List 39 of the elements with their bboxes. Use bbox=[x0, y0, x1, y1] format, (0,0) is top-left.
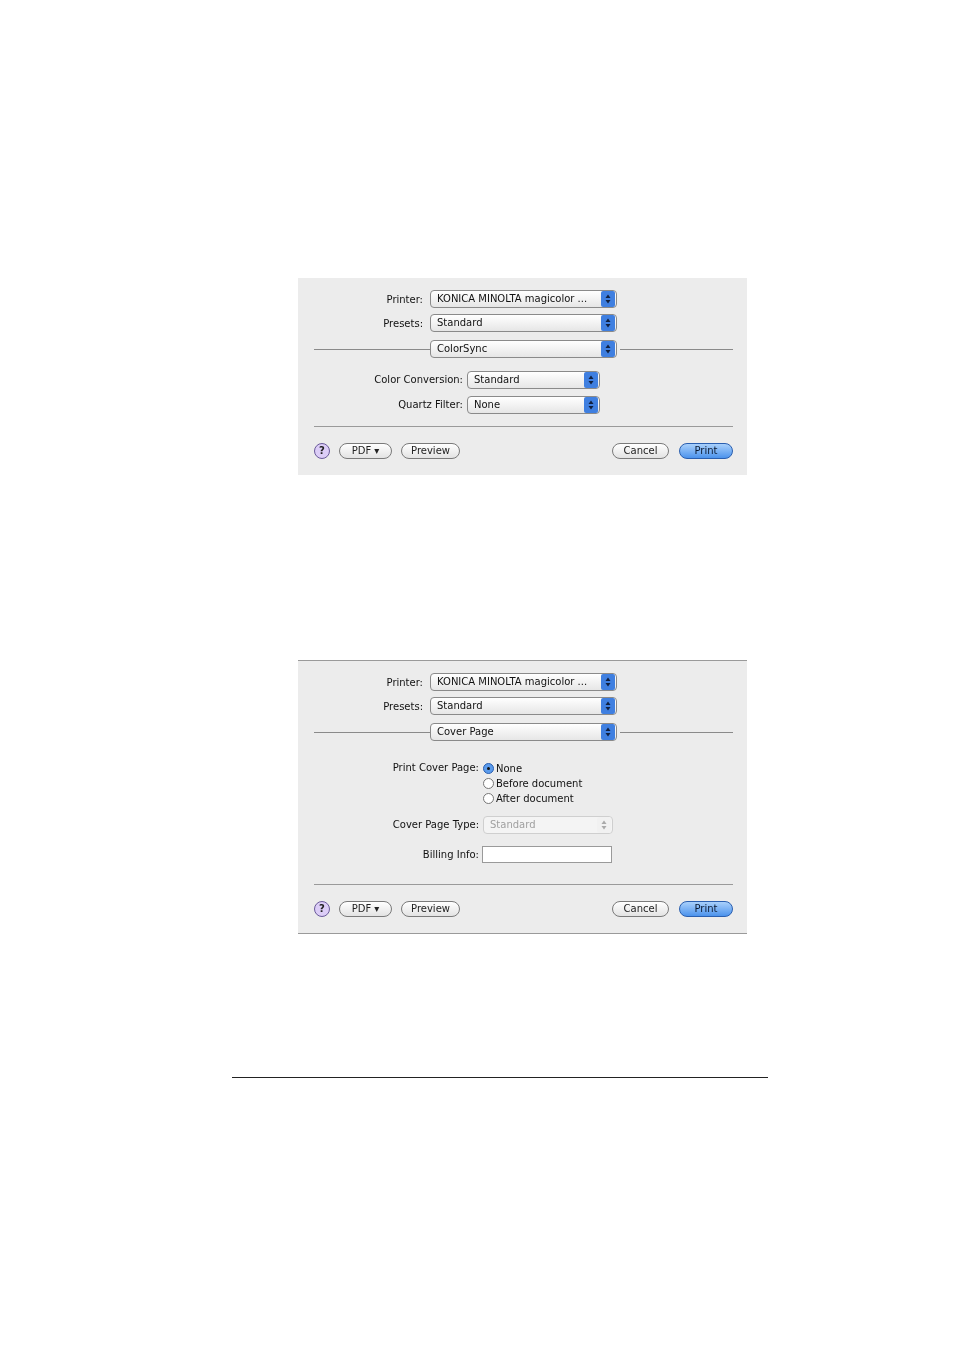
popup-menu[interactable]: Standard bbox=[430, 697, 617, 715]
stepper-arrows-icon bbox=[601, 724, 615, 740]
radio-option[interactable]: Before document bbox=[483, 774, 583, 789]
field-label: Quartz Filter: bbox=[397, 398, 463, 412]
cancel-button[interactable]: Cancel bbox=[612, 901, 669, 917]
preview-button[interactable]: Preview bbox=[401, 443, 460, 459]
popup-menu[interactable]: ColorSync bbox=[430, 340, 617, 358]
popup-menu[interactable]: None bbox=[467, 396, 600, 414]
preview-button[interactable]: Preview bbox=[401, 901, 460, 917]
field-label: Printer: bbox=[385, 292, 423, 307]
field-label: Billing Info: bbox=[421, 848, 479, 862]
pdf-menu-button[interactable]: PDF ▾ bbox=[339, 443, 392, 459]
field-label: Print Cover Page: bbox=[391, 761, 479, 775]
radio-option[interactable]: None bbox=[483, 759, 583, 774]
radio-option[interactable]: After document bbox=[483, 789, 583, 804]
help-button[interactable]: ? bbox=[314, 443, 330, 459]
field-label: Presets: bbox=[382, 316, 423, 331]
field-label: Color Conversion: bbox=[373, 373, 463, 387]
stepper-arrows-icon bbox=[601, 291, 615, 307]
stepper-arrows-icon bbox=[601, 674, 615, 690]
stepper-arrows-icon bbox=[584, 372, 598, 388]
field-label: Cover Page Type: bbox=[391, 818, 479, 832]
popup-menu[interactable]: KONICA MINOLTA magicolor ... bbox=[430, 290, 617, 308]
stepper-arrows-icon bbox=[601, 698, 615, 714]
help-button[interactable]: ? bbox=[314, 901, 330, 917]
field-label: Presets: bbox=[382, 699, 423, 714]
popup-menu[interactable]: Cover Page bbox=[430, 723, 617, 741]
print-button[interactable]: Print bbox=[679, 901, 733, 917]
popup-menu[interactable]: Standard bbox=[467, 371, 600, 389]
print-button[interactable]: Print bbox=[679, 443, 733, 459]
stepper-arrows-icon bbox=[601, 341, 615, 357]
popup-menu[interactable]: KONICA MINOLTA magicolor ... bbox=[430, 673, 617, 691]
field-label: Printer: bbox=[385, 675, 423, 690]
popup-menu[interactable]: Standard bbox=[430, 314, 617, 332]
input-field[interactable] bbox=[482, 846, 612, 863]
pdf-menu-button[interactable]: PDF ▾ bbox=[339, 901, 392, 917]
stepper-arrows-icon bbox=[584, 397, 598, 413]
stepper-arrows-icon bbox=[601, 315, 615, 331]
cancel-button[interactable]: Cancel bbox=[612, 443, 669, 459]
